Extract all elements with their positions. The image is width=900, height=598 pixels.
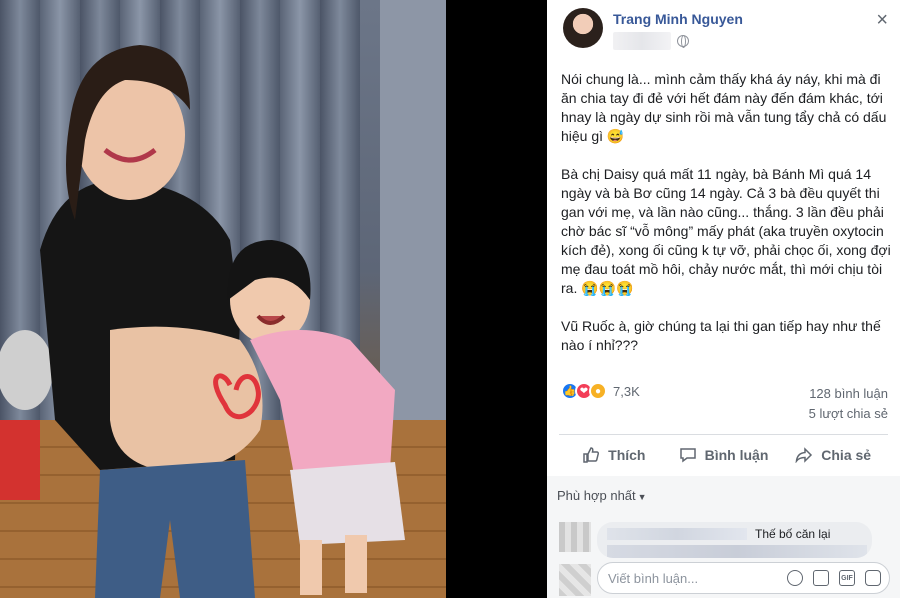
post-header: Trang Minh Nguyen × (547, 0, 900, 60)
like-label: Thích (608, 447, 646, 463)
emoji-icon[interactable] (787, 570, 803, 586)
comment-count-link[interactable]: 128 bình luận (809, 384, 888, 404)
share-button[interactable]: Chia sẻ (778, 436, 888, 474)
caret-down-icon: ▼ (637, 492, 647, 502)
author-name[interactable]: Trang Minh Nguyen (613, 11, 743, 27)
action-bar: Thích Bình luận Chia sẻ (559, 436, 888, 474)
comment-button[interactable]: Bình luận (669, 436, 779, 474)
camera-icon[interactable] (813, 570, 829, 586)
like-button[interactable]: Thích (559, 436, 669, 474)
share-count-link[interactable]: 5 lượt chia sẻ (809, 404, 888, 424)
close-icon[interactable]: × (876, 10, 888, 30)
comment-sort-dropdown[interactable]: Phù hợp nhất ▼ (557, 488, 647, 503)
post-paragraph: Bà chị Daisy quá mất 11 ngày, bà Bánh Mì… (561, 166, 891, 296)
commenter-avatar[interactable] (559, 522, 591, 552)
comment-input-placeholder: Viết bình luận... (608, 571, 699, 586)
post-stats: 128 bình luận 5 lượt chia sẻ (809, 384, 888, 424)
comment-input-tools: GIF (787, 570, 881, 586)
comment-icon (679, 448, 696, 463)
wow-reaction-icon: ● (589, 382, 607, 400)
share-label: Chia sẻ (821, 447, 872, 463)
commenter-name-redacted (607, 528, 747, 540)
comment-bubble: Thế bố căn lại (597, 522, 872, 558)
comment-label: Bình luận (704, 447, 769, 463)
sticker-icon[interactable] (865, 570, 881, 586)
post-paragraph: Nói chung là... mình cảm thấy khá áy náy… (561, 71, 887, 144)
author-avatar[interactable] (563, 8, 603, 48)
post-meta (613, 32, 689, 50)
share-icon (795, 447, 813, 463)
gif-icon[interactable]: GIF (839, 570, 855, 586)
globe-icon (677, 35, 689, 48)
reactions-summary[interactable]: 👍 ❤ ● 7,3K (561, 382, 640, 400)
thumbs-up-icon (583, 447, 600, 463)
comment-text: Thế bố căn lại (755, 527, 831, 541)
comment-input[interactable]: Viết bình luận... GIF (597, 562, 890, 594)
post-photo[interactable] (0, 0, 547, 598)
divider (559, 434, 888, 435)
post-text: Nói chung là... mình cảm thấy khá áy náy… (561, 70, 891, 374)
post-panel: Trang Minh Nguyen × Nói chung là... mình… (547, 0, 900, 598)
post-paragraph: Vũ Ruốc à, giờ chúng ta lại thi gan tiếp… (561, 318, 881, 353)
timestamp-redacted (613, 32, 671, 50)
comment-text-redacted (607, 545, 867, 558)
photo-image (0, 0, 446, 598)
reaction-count: 7,3K (613, 383, 640, 399)
comments-section: Phù hợp nhất ▼ Thế bố căn lại Viết bình l… (547, 476, 900, 598)
comment-sort-label: Phù hợp nhất (557, 488, 636, 503)
viewer-avatar (559, 564, 591, 596)
